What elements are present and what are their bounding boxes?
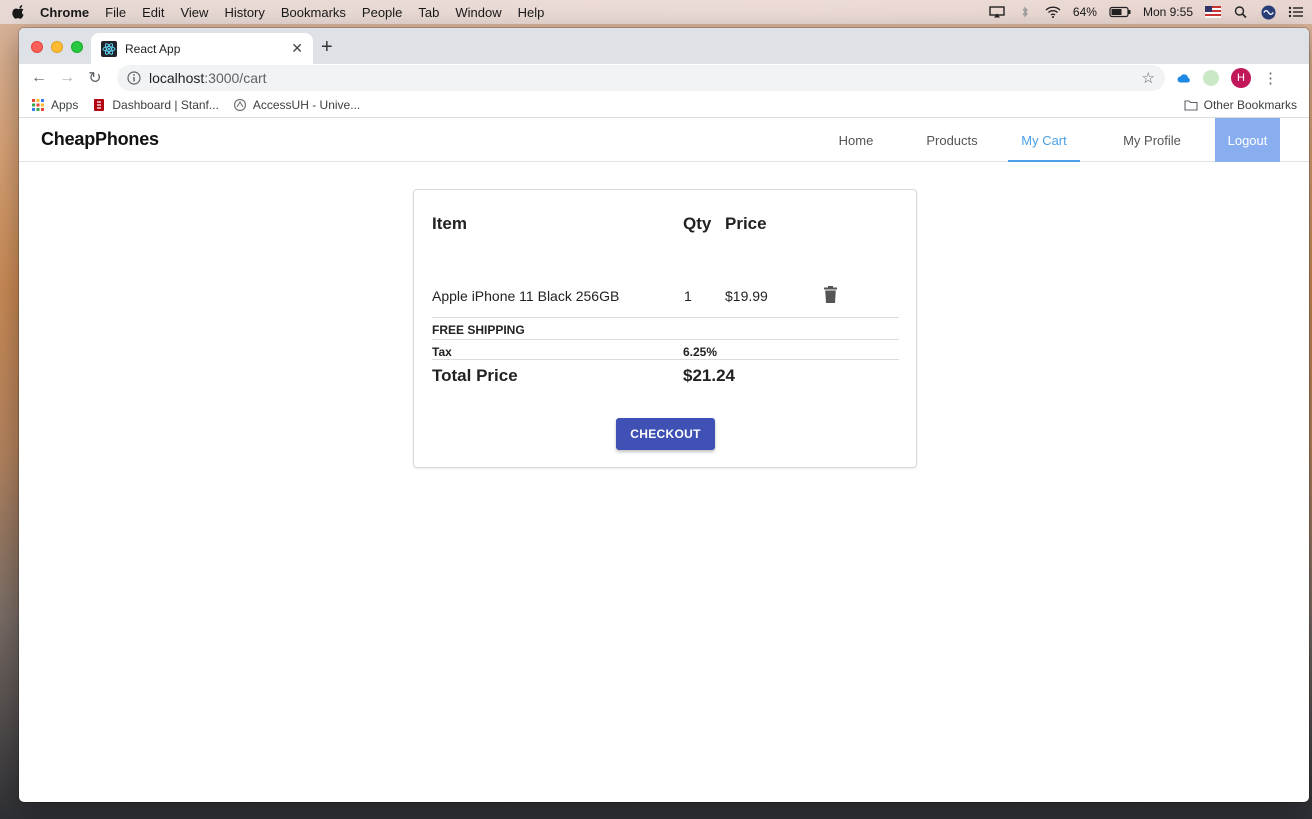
url-host: localhost <box>149 70 205 86</box>
folder-icon <box>1184 99 1198 111</box>
cart-card: Item Qty Price Apple iPhone 11 Black 256… <box>413 189 917 468</box>
shipping-label: FREE SHIPPING <box>432 323 525 337</box>
apple-logo-icon[interactable] <box>12 5 26 19</box>
browser-toolbar: ← → ↻ localhost:3000/cart ☆ H ⋮ <box>19 64 1309 92</box>
window-controls <box>31 41 83 53</box>
profile-avatar[interactable]: H <box>1231 68 1251 88</box>
bookmark-label: Apps <box>51 97 79 112</box>
checkout-button[interactable]: CHECKOUT <box>616 418 715 450</box>
bookmark-apps[interactable]: Apps <box>31 98 78 112</box>
reload-icon[interactable]: ↻ <box>83 68 107 88</box>
column-header-price: Price <box>725 214 767 233</box>
notification-center-icon[interactable] <box>1288 6 1304 18</box>
accessuh-logo-icon <box>233 98 246 111</box>
app-navbar: CheapPhones Home Products My Cart My Pro… <box>19 118 1309 162</box>
menu-edit[interactable]: Edit <box>142 5 164 20</box>
menu-history[interactable]: History <box>224 5 264 20</box>
bookmarks-bar: Apps Dashboard | Stanf... AccessUH - Uni… <box>19 92 1309 118</box>
bluetooth-icon[interactable] <box>1017 6 1033 18</box>
minimize-window-button[interactable] <box>51 41 63 53</box>
bookmark-star-icon[interactable]: ☆ <box>1142 69 1155 87</box>
column-header-qty: Qty <box>683 214 712 233</box>
nav-my-profile[interactable]: My Profile <box>1108 118 1196 162</box>
apps-grid-icon <box>32 98 44 111</box>
nav-links: Home Products My Cart My Profile Logout <box>820 118 1280 162</box>
new-tab-icon[interactable]: + <box>321 36 333 59</box>
spotlight-search-icon[interactable] <box>1233 6 1249 18</box>
total-price-label: Total Price <box>432 366 518 385</box>
zoom-window-button[interactable] <box>71 41 83 53</box>
column-header-item: Item <box>432 214 467 233</box>
menu-bookmarks[interactable]: Bookmarks <box>281 5 346 20</box>
close-tab-icon[interactable]: ✕ <box>291 40 303 57</box>
menu-help[interactable]: Help <box>518 5 545 20</box>
browser-window: React App ✕ + ← → ↻ localhost:3000/cart … <box>19 28 1309 802</box>
close-window-button[interactable] <box>31 41 43 53</box>
divider <box>432 317 899 318</box>
menu-tab[interactable]: Tab <box>418 5 439 20</box>
menu-view[interactable]: View <box>180 5 208 20</box>
bookmark-label: AccessUH - Unive... <box>252 97 361 112</box>
battery-percent: 64% <box>1072 5 1097 19</box>
forward-arrow-icon[interactable]: → <box>55 69 79 87</box>
more-menu-icon[interactable]: ⋮ <box>1263 69 1278 87</box>
menu-people[interactable]: People <box>362 5 402 20</box>
menu-file[interactable]: File <box>105 5 126 20</box>
bookmark-label: Dashboard | Stanf... <box>112 97 219 112</box>
menu-app-name[interactable]: Chrome <box>40 5 89 20</box>
menubar-status-area: 64% Mon 9:55 <box>989 4 1304 20</box>
wifi-icon[interactable] <box>1045 6 1061 18</box>
react-logo-icon <box>101 40 117 57</box>
nav-my-cart[interactable]: My Cart <box>1008 118 1080 162</box>
bookmark-dashboard[interactable]: Dashboard | Stanf... <box>92 98 219 112</box>
cart-item-name: Apple iPhone 11 Black 256GB <box>432 288 620 304</box>
other-bookmarks-label: Other Bookmarks <box>1203 97 1297 112</box>
total-price-value: $21.24 <box>683 366 735 385</box>
brand-logo[interactable]: CheapPhones <box>41 129 159 150</box>
extension-icon[interactable] <box>1203 70 1219 86</box>
airplay-icon[interactable] <box>989 6 1005 18</box>
menu-window[interactable]: Window <box>455 5 501 20</box>
other-bookmarks[interactable]: Other Bookmarks <box>1184 98 1297 112</box>
us-flag-icon[interactable] <box>1205 6 1221 18</box>
macos-menubar: Chrome File Edit View History Bookmarks … <box>0 0 1312 24</box>
tab-strip: React App ✕ + <box>19 28 1309 64</box>
trash-icon[interactable] <box>824 286 837 303</box>
cart-item-price: $19.99 <box>725 288 768 304</box>
battery-icon[interactable] <box>1109 6 1131 18</box>
stanford-logo-icon <box>94 98 105 111</box>
nav-products[interactable]: Products <box>912 118 992 162</box>
nav-home[interactable]: Home <box>820 118 892 162</box>
tax-label: Tax <box>432 345 452 359</box>
cart-item-qty: 1 <box>684 288 692 304</box>
extensions-area: H ⋮ <box>1177 68 1278 88</box>
cloud-extension-icon[interactable] <box>1177 73 1191 83</box>
menubar-clock[interactable]: Mon 9:55 <box>1143 5 1193 19</box>
browser-tab-active[interactable]: React App ✕ <box>91 33 313 64</box>
address-bar[interactable]: localhost:3000/cart ☆ <box>117 65 1165 91</box>
bookmark-accessuh[interactable]: AccessUH - Unive... <box>233 98 360 112</box>
page-content: Item Qty Price Apple iPhone 11 Black 256… <box>19 162 1309 796</box>
tab-title: React App <box>125 41 181 56</box>
siri-icon[interactable] <box>1261 4 1276 20</box>
url-path: :3000/cart <box>204 70 267 86</box>
divider <box>432 339 899 340</box>
info-icon[interactable] <box>127 71 141 85</box>
logout-button[interactable]: Logout <box>1215 118 1280 162</box>
divider <box>432 359 899 360</box>
tax-value: 6.25% <box>683 345 718 359</box>
back-arrow-icon[interactable]: ← <box>27 69 51 87</box>
